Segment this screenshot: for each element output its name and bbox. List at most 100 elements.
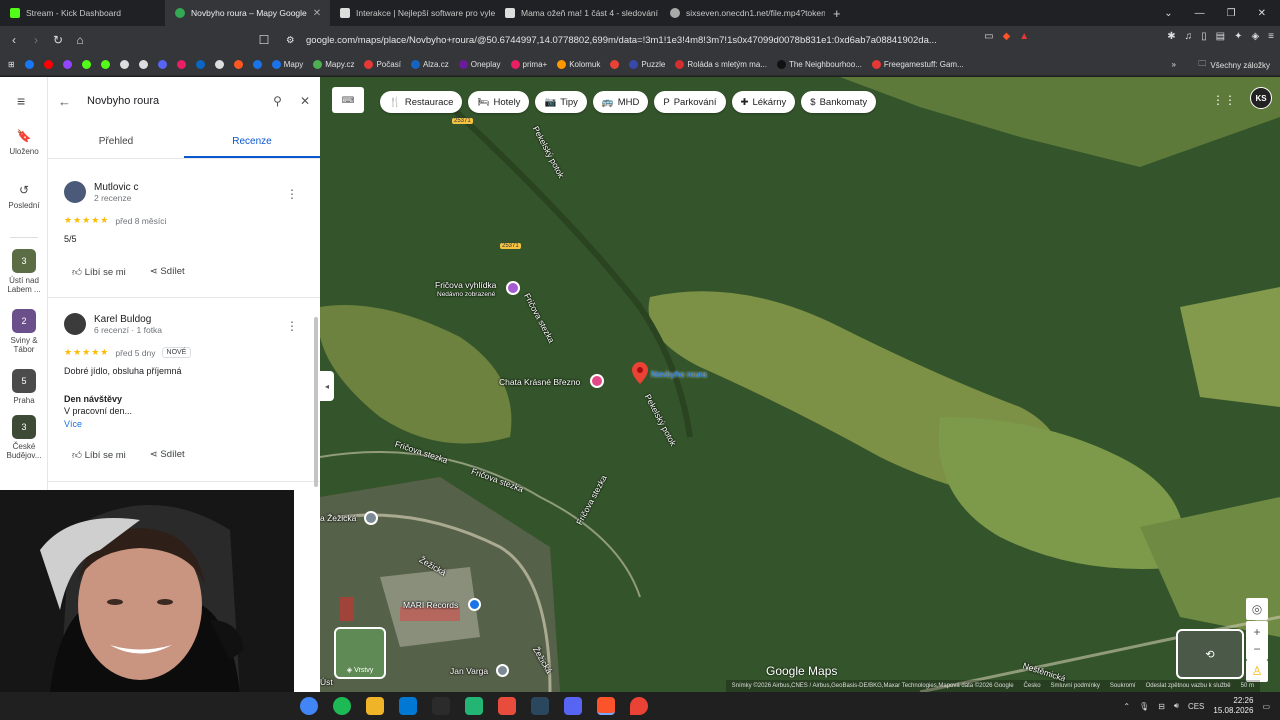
bookmark-msedge[interactable] — [252, 60, 262, 69]
tab-kick[interactable]: Stream - Kick Dashboard — [0, 0, 165, 26]
rewards-icon[interactable]: ▲ — [1019, 31, 1029, 42]
hamburger-menu-icon[interactable]: ≡ — [17, 93, 25, 109]
recorder-icon[interactable] — [498, 697, 516, 715]
bookmark-icon[interactable]: ☐ — [258, 33, 270, 47]
scale-bar[interactable]: 50 m — [1241, 683, 1254, 689]
music-marker-icon[interactable] — [468, 598, 481, 611]
pegman-button[interactable]: ♙ — [1246, 660, 1268, 682]
bookmark-kick[interactable] — [81, 60, 91, 69]
kick-app-icon[interactable] — [432, 697, 450, 715]
chip-transit[interactable]: 🚌 MHD — [592, 91, 649, 113]
bookmark-kolomuk[interactable]: Kolomuk — [557, 60, 600, 69]
more-options-icon[interactable]: ⋮ — [286, 319, 298, 333]
chip-hotels[interactable]: 🛏 Hotely — [468, 91, 530, 113]
share-button[interactable]: ⋖ Sdílet — [150, 266, 185, 278]
rail-saved[interactable]: 🔖 Uloženo — [0, 129, 48, 156]
chip-restaurants[interactable]: 🍴 Restaurace — [380, 91, 463, 113]
chip-parking[interactable]: P Parkování — [654, 91, 726, 113]
tab-sixseven[interactable]: sixseven.onecdn1.net/file.mp4?token — [660, 0, 825, 26]
apps-icon[interactable]: ⊞ — [8, 60, 15, 69]
collapse-panel-button[interactable]: ◂ — [320, 371, 334, 401]
rail-place[interactable]: 5 Praha — [0, 369, 48, 405]
avatar[interactable] — [64, 313, 86, 335]
more-options-icon[interactable]: ⋮ — [286, 187, 298, 201]
tab-interakce[interactable]: Interakce | Nejlepší software pro vyle — [330, 0, 495, 26]
privacy-link[interactable]: Soukromí — [1110, 683, 1136, 689]
keyboard-icon[interactable]: ⌨ — [332, 87, 364, 113]
clock[interactable]: 22:26 15.08.2026 — [1213, 696, 1253, 716]
my-location-button[interactable]: ◎ — [1246, 598, 1268, 620]
back-icon[interactable]: ‹ — [8, 33, 20, 47]
bookmark-tiktok[interactable] — [119, 60, 129, 69]
rail-place[interactable]: 3 České Budějov... — [0, 415, 48, 460]
volume-icon[interactable]: 🔊︎ — [1174, 701, 1179, 711]
minimize-icon[interactable]: — — [1195, 8, 1205, 19]
street-view-thumbnail[interactable]: ⟲ — [1176, 629, 1244, 679]
more-link[interactable]: Více — [64, 419, 304, 429]
hotel-marker-icon[interactable] — [590, 374, 604, 388]
bookmark-google[interactable] — [610, 60, 620, 69]
bookmark-discord[interactable] — [157, 60, 167, 69]
rail-place[interactable]: 2 Sviny & Tábor — [0, 309, 48, 354]
bookmark-linkedin[interactable] — [195, 60, 205, 69]
address-bar[interactable]: ⚙ google.com/maps/place/Novbyho+roura/@5… — [280, 29, 950, 51]
language-indicator[interactable]: CES — [1188, 702, 1204, 711]
bookmark-robinhood[interactable] — [100, 60, 110, 69]
bookmark-alza[interactable]: Alza.cz — [410, 60, 449, 69]
place-label[interactable]: Jan Varga — [450, 666, 488, 676]
viewpoint-marker-icon[interactable] — [506, 281, 520, 295]
search-icon[interactable]: ⚲ — [273, 94, 282, 108]
chip-pharmacies[interactable]: ✚ Lékárny — [731, 91, 796, 113]
tab-mama[interactable]: Mama ožeň ma! 1 část 4 - sledování — [495, 0, 660, 26]
vpn-icon[interactable]: ◈ — [1251, 31, 1259, 42]
new-tab-icon[interactable]: + — [833, 6, 841, 21]
selected-place-label[interactable]: Novbyho roura — [651, 369, 707, 379]
all-bookmarks[interactable]: 🗀 Všechny záložky — [1198, 54, 1270, 76]
avatar[interactable] — [64, 181, 86, 203]
maximize-icon[interactable]: ❐ — [1227, 8, 1236, 19]
search-box[interactable]: ← Novbyho roura ⚲ ✕ — [58, 87, 310, 115]
close-icon[interactable]: ✕ — [300, 94, 310, 108]
poi-marker-icon[interactable] — [364, 511, 378, 525]
home-icon[interactable]: ⌂ — [74, 33, 86, 47]
bookmark-youtube[interactable] — [43, 60, 53, 69]
notifications-icon[interactable]: ▭ — [1262, 702, 1270, 711]
feedback-link[interactable]: Odeslat zpětnou vazbu k službě — [1146, 683, 1231, 689]
reviewer-name[interactable]: Mutlovic c — [94, 182, 138, 193]
music-icon[interactable]: ♫ — [1185, 31, 1193, 42]
bookmark-mapy[interactable]: Mapy — [271, 60, 303, 69]
layers-button[interactable]: ◈ Vrstvy — [334, 627, 386, 679]
close-tab-icon[interactable]: ✕ — [313, 8, 321, 19]
tab-overview[interactable]: Přehled — [48, 129, 184, 158]
search-input[interactable]: Novbyho roura — [87, 95, 273, 107]
sidebar-icon[interactable]: ▯ — [1201, 31, 1207, 42]
maps-pin-icon[interactable] — [630, 697, 648, 715]
folder-icon[interactable] — [366, 697, 384, 715]
more-bookmarks-icon[interactable]: » — [1172, 60, 1176, 69]
microphone-icon[interactable]: 🎙︎ — [1139, 702, 1149, 711]
streamlabs-icon[interactable] — [465, 697, 483, 715]
like-button[interactable]: 👍︎ Líbí se mi — [72, 266, 126, 278]
close-window-icon[interactable]: ✕ — [1258, 8, 1266, 19]
bookmark-facebook[interactable] — [24, 60, 34, 69]
tab-reviews[interactable]: Recenze — [184, 129, 320, 158]
discord-icon[interactable] — [564, 697, 582, 715]
bookmark-oneplay[interactable]: Oneplay — [458, 60, 501, 69]
forward-icon[interactable]: › — [30, 33, 42, 47]
chip-tips[interactable]: 📷 Tipy — [535, 91, 587, 113]
bookmark-chrome[interactable] — [214, 60, 224, 69]
brave-icon[interactable] — [597, 697, 615, 715]
reviewer-name[interactable]: Karel Buldog — [94, 314, 162, 325]
like-button[interactable]: 👍︎ Líbí se mi — [72, 449, 126, 461]
menu-icon[interactable]: ≡ — [1268, 31, 1274, 42]
chrome-icon[interactable] — [300, 697, 318, 715]
site-info-icon[interactable]: ⚙ — [286, 35, 295, 46]
zoom-out-button[interactable]: − — [1246, 638, 1268, 660]
steam-icon[interactable] — [531, 697, 549, 715]
place-label[interactable]: MARI Records — [403, 600, 458, 610]
satellite-map[interactable]: ⌨ 🍴 Restaurace 🛏 Hotely 📷 Tipy 🚌 MHD P Parkov… — [320, 77, 1280, 692]
back-arrow-icon[interactable]: ← — [58, 94, 71, 109]
rail-recent[interactable]: ↺ Poslední — [0, 183, 48, 210]
bookmark-reddit[interactable] — [233, 60, 243, 69]
location-pin-icon[interactable] — [632, 362, 648, 384]
